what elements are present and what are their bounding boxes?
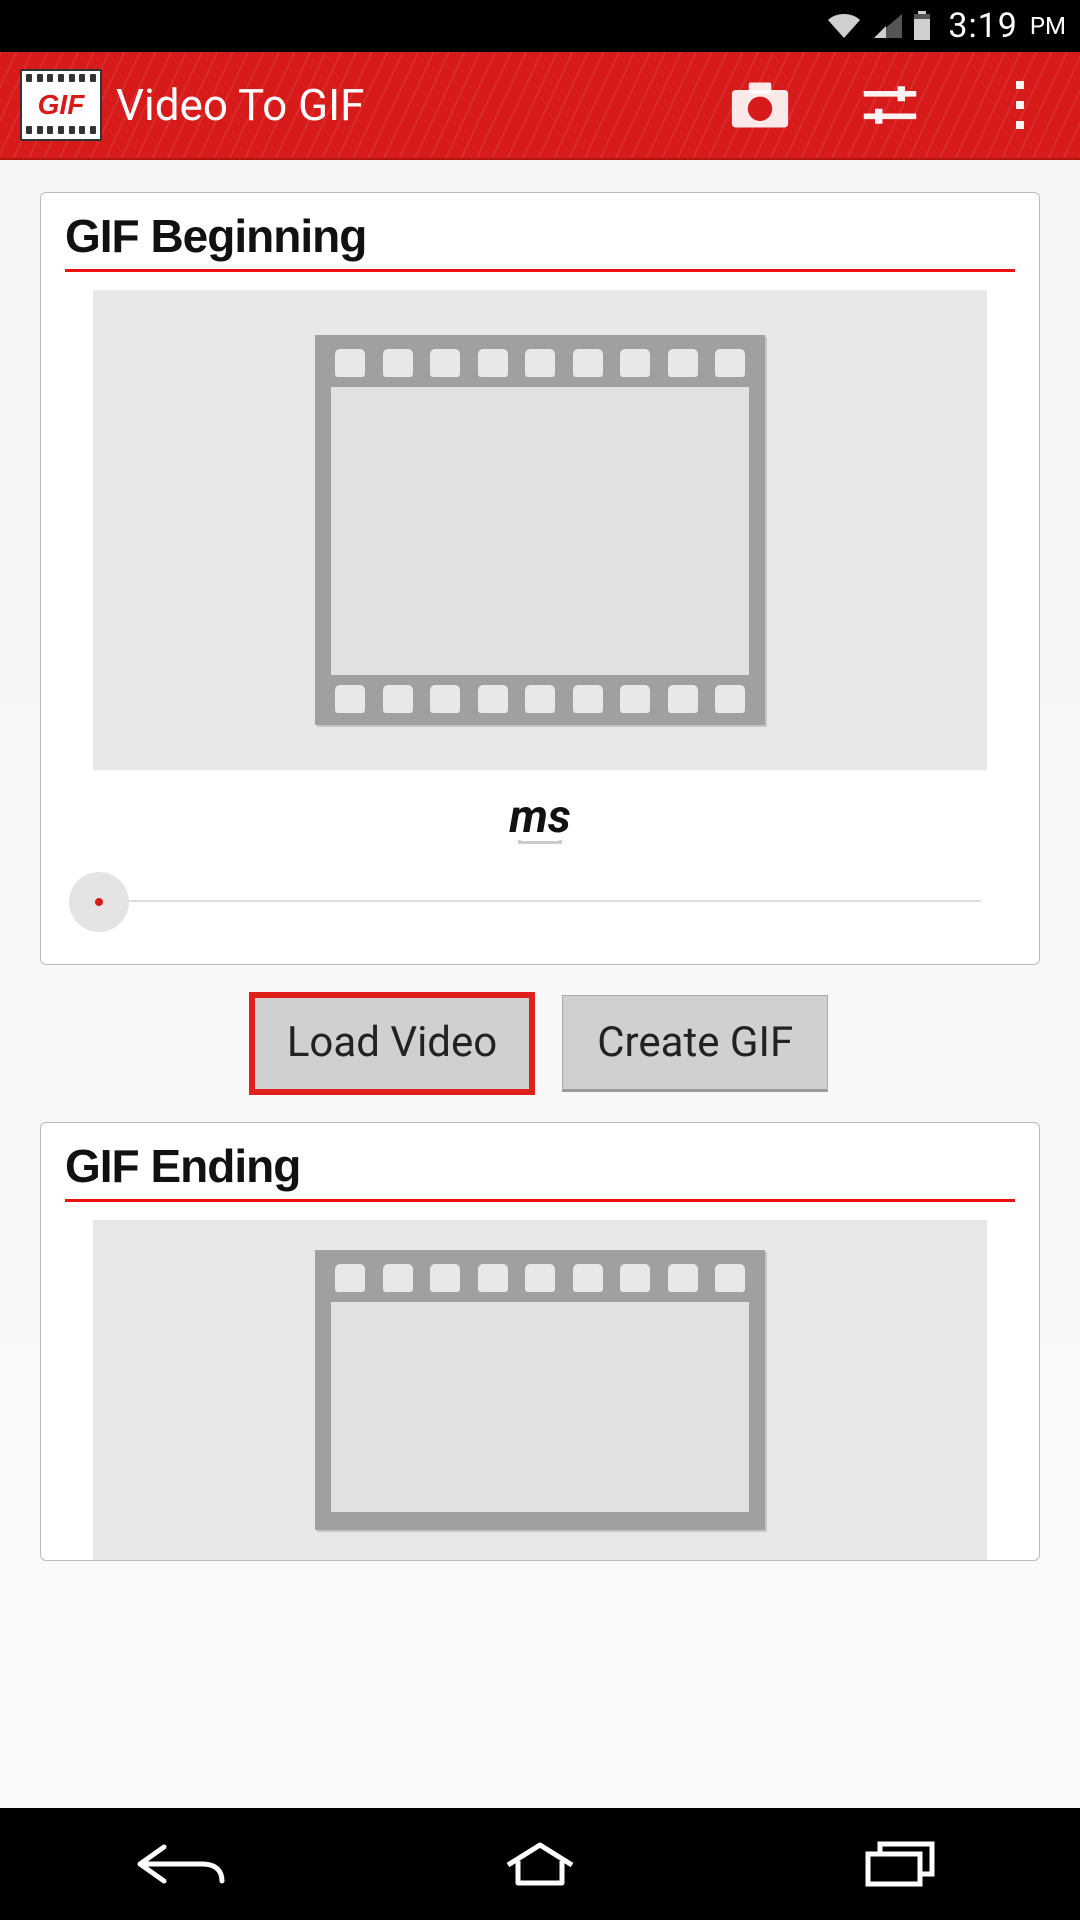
back-button[interactable]: [120, 1834, 240, 1894]
filmstrip-icon: [315, 335, 765, 725]
panel-title-beginning: GIF Beginning: [65, 209, 1015, 272]
ms-value-row: ms: [65, 790, 1015, 844]
filmstrip-icon: [315, 1250, 765, 1530]
overflow-menu-icon[interactable]: [990, 75, 1050, 135]
slider-thumb[interactable]: [69, 872, 129, 932]
ms-label: ms: [509, 790, 571, 844]
panel-gif-ending: GIF Ending: [40, 1122, 1040, 1561]
create-gif-button[interactable]: Create GIF: [562, 995, 828, 1092]
content-area: GIF Beginning ms Load Video Create GIF G…: [0, 160, 1080, 1808]
camera-icon[interactable]: [730, 75, 790, 135]
wifi-icon: [826, 12, 862, 40]
begin-slider[interactable]: [69, 866, 1011, 936]
status-ampm: PM: [1030, 12, 1066, 40]
action-bar: GIF Video To GIF: [0, 52, 1080, 160]
home-button[interactable]: [480, 1834, 600, 1894]
panel-title-ending: GIF Ending: [65, 1139, 1015, 1202]
sliders-icon[interactable]: [860, 75, 920, 135]
load-video-button[interactable]: Load Video: [252, 995, 532, 1092]
recent-apps-button[interactable]: [840, 1834, 960, 1894]
button-row: Load Video Create GIF: [40, 995, 1040, 1092]
nav-bar: [0, 1808, 1080, 1920]
cell-signal-icon: [872, 12, 902, 40]
battery-icon: [912, 11, 932, 41]
status-time: 3:19: [948, 6, 1018, 46]
app-icon: GIF: [20, 69, 102, 141]
app-title: Video To GIF: [116, 79, 730, 131]
status-bar: 3:19 PM: [0, 0, 1080, 52]
panel-gif-beginning: GIF Beginning ms: [40, 192, 1040, 965]
preview-ending: [93, 1220, 987, 1560]
preview-beginning: [93, 290, 987, 770]
app-icon-text: GIF: [38, 89, 85, 121]
